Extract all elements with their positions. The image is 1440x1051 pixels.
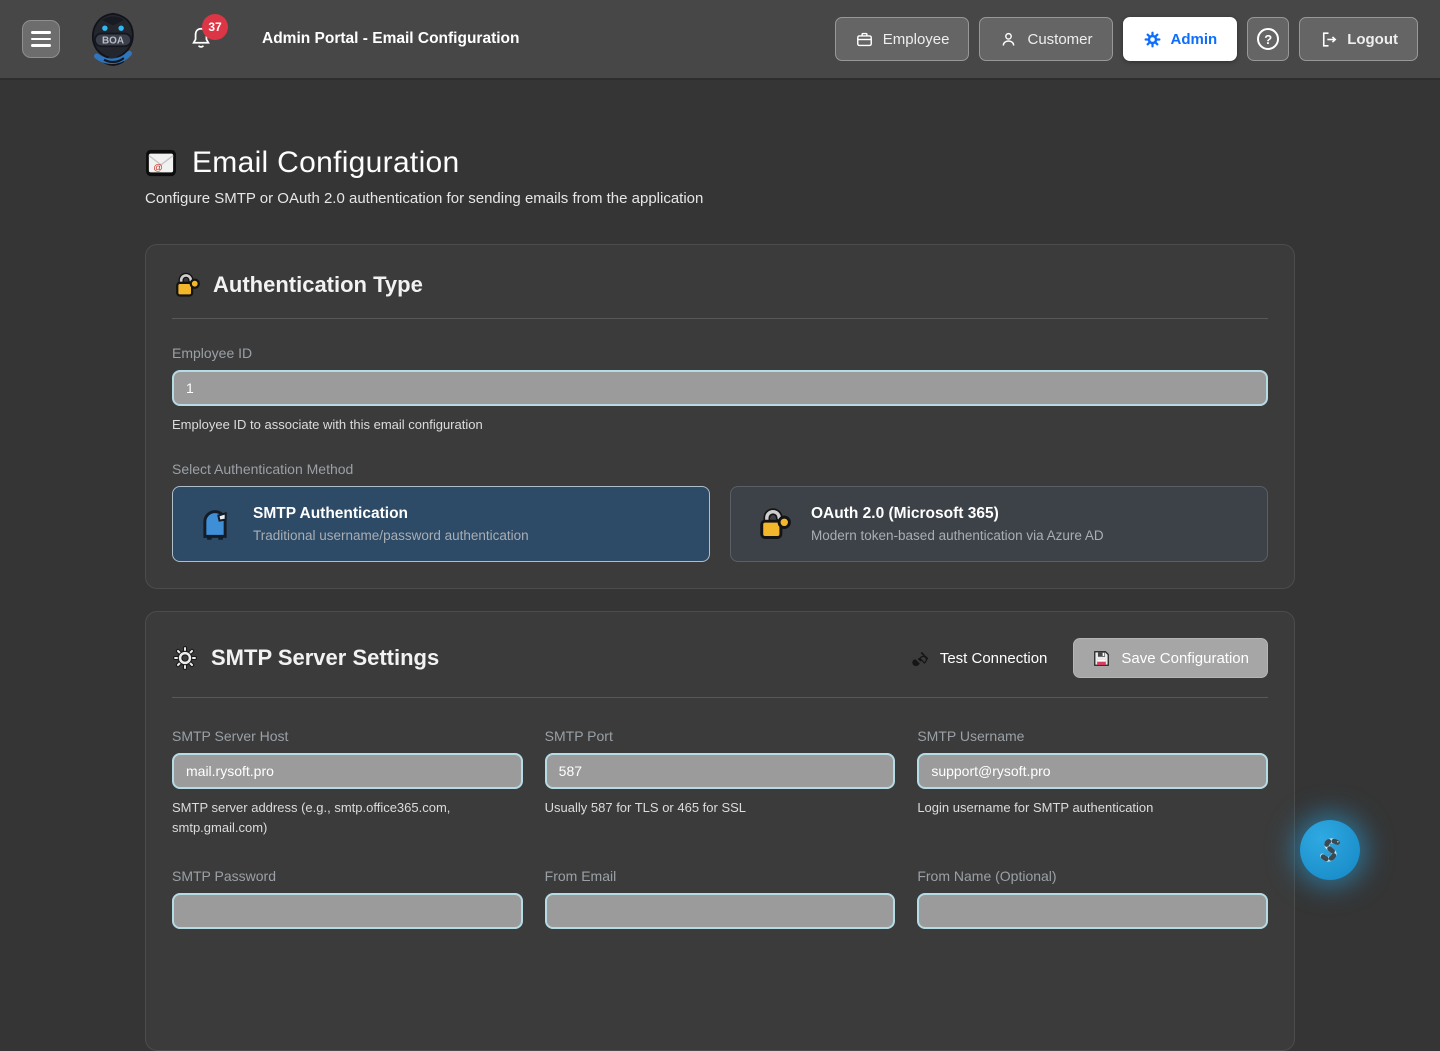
page-header: @ Email Configuration Configure SMTP or … [145, 146, 1295, 207]
from-email-field-group: From Email [545, 838, 896, 929]
notifications[interactable]: 37 [188, 24, 216, 54]
smtp-username-input[interactable] [917, 753, 1268, 789]
boa-snake-logo-icon: BOA [84, 11, 142, 67]
smtp-port-input[interactable] [545, 753, 896, 789]
smtp-host-input[interactable] [172, 753, 523, 789]
oauth-option[interactable]: OAuth 2.0 (Microsoft 365) Modern token-b… [730, 486, 1268, 562]
page-subtitle: Configure SMTP or OAuth 2.0 authenticati… [145, 190, 1295, 207]
page-title: Email Configuration [192, 146, 460, 180]
main-content: @ Email Configuration Configure SMTP or … [145, 146, 1295, 1051]
test-connection-button[interactable]: Test Connection [901, 641, 1058, 676]
question-mark-icon: ? [1257, 28, 1279, 50]
test-connection-label: Test Connection [940, 650, 1048, 667]
locked-with-key-icon [755, 506, 791, 542]
mailbox-icon [197, 506, 233, 542]
smtp-username-field-group: SMTP Username Login username for SMTP au… [917, 698, 1268, 838]
oauth-option-title: OAuth 2.0 (Microsoft 365) [811, 505, 1104, 523]
smtp-port-field-group: SMTP Port Usually 587 for TLS or 465 for… [545, 698, 896, 838]
smtp-host-label: SMTP Server Host [172, 728, 523, 744]
from-name-input[interactable] [917, 893, 1268, 929]
save-configuration-button[interactable]: Save Configuration [1073, 638, 1268, 678]
employee-id-helper: Employee ID to associate with this email… [172, 415, 1268, 435]
divider [172, 318, 1268, 319]
briefcase-icon [855, 30, 874, 49]
smtp-auth-option-subtitle: Traditional username/password authentica… [253, 528, 529, 543]
gear-icon [172, 645, 198, 671]
authentication-type-card: Authentication Type Employee ID Employee… [145, 244, 1295, 589]
smtp-host-helper: SMTP server address (e.g., smtp.office36… [172, 798, 523, 838]
smtp-password-input[interactable] [172, 893, 523, 929]
gear-icon [1143, 30, 1162, 49]
smtp-host-field-group: SMTP Server Host SMTP server address (e.… [172, 698, 523, 838]
smtp-username-label: SMTP Username [917, 728, 1268, 744]
svg-text:@: @ [154, 162, 163, 172]
logout-icon [1319, 30, 1338, 49]
notification-badge: 37 [202, 14, 228, 40]
admin-button-label: Admin [1171, 31, 1218, 48]
from-name-label: From Name (Optional) [917, 868, 1268, 884]
chat-assistant-button[interactable] [1300, 820, 1360, 880]
customer-button[interactable]: Customer [979, 17, 1112, 61]
from-email-label: From Email [545, 868, 896, 884]
person-icon [999, 30, 1018, 49]
employee-button-label: Employee [883, 31, 950, 48]
admin-button[interactable]: Admin [1123, 17, 1238, 61]
app-logo: BOA [84, 11, 142, 67]
smtp-port-helper: Usually 587 for TLS or 465 for SSL [545, 798, 896, 818]
auth-card-title: Authentication Type [213, 272, 423, 298]
help-button[interactable]: ? [1247, 17, 1289, 61]
top-navbar: BOA 37 Admin Portal - Email Configuratio… [0, 0, 1440, 80]
smtp-auth-option[interactable]: SMTP Authentication Traditional username… [172, 486, 710, 562]
smtp-card-title: SMTP Server Settings [211, 645, 439, 671]
from-name-field-group: From Name (Optional) [917, 838, 1268, 929]
logout-button[interactable]: Logout [1299, 17, 1418, 61]
locked-with-key-icon [172, 271, 200, 299]
floppy-disk-icon [1092, 649, 1111, 668]
logout-button-label: Logout [1347, 31, 1398, 48]
plug-icon [911, 649, 930, 668]
from-email-input[interactable] [545, 893, 896, 929]
hamburger-icon [31, 31, 51, 34]
smtp-password-field-group: SMTP Password [172, 838, 523, 929]
smtp-auth-option-title: SMTP Authentication [253, 505, 529, 523]
smtp-port-label: SMTP Port [545, 728, 896, 744]
menu-button[interactable] [22, 20, 60, 58]
smtp-username-helper: Login username for SMTP authentication [917, 798, 1268, 818]
customer-button-label: Customer [1027, 31, 1092, 48]
svg-text:BOA: BOA [102, 36, 124, 47]
employee-button[interactable]: Employee [835, 17, 970, 61]
auth-method-label: Select Authentication Method [172, 461, 1268, 477]
employee-id-label: Employee ID [172, 345, 1268, 361]
oauth-option-subtitle: Modern token-based authentication via Az… [811, 528, 1104, 543]
employee-id-input[interactable] [172, 370, 1268, 406]
save-configuration-label: Save Configuration [1121, 650, 1249, 667]
email-envelope-icon: @ [145, 149, 177, 177]
smtp-settings-card: SMTP Server Settings Test Connection [145, 611, 1295, 1051]
snake-icon [1312, 832, 1348, 868]
smtp-password-label: SMTP Password [172, 868, 523, 884]
navbar-title: Admin Portal - Email Configuration [262, 30, 519, 48]
